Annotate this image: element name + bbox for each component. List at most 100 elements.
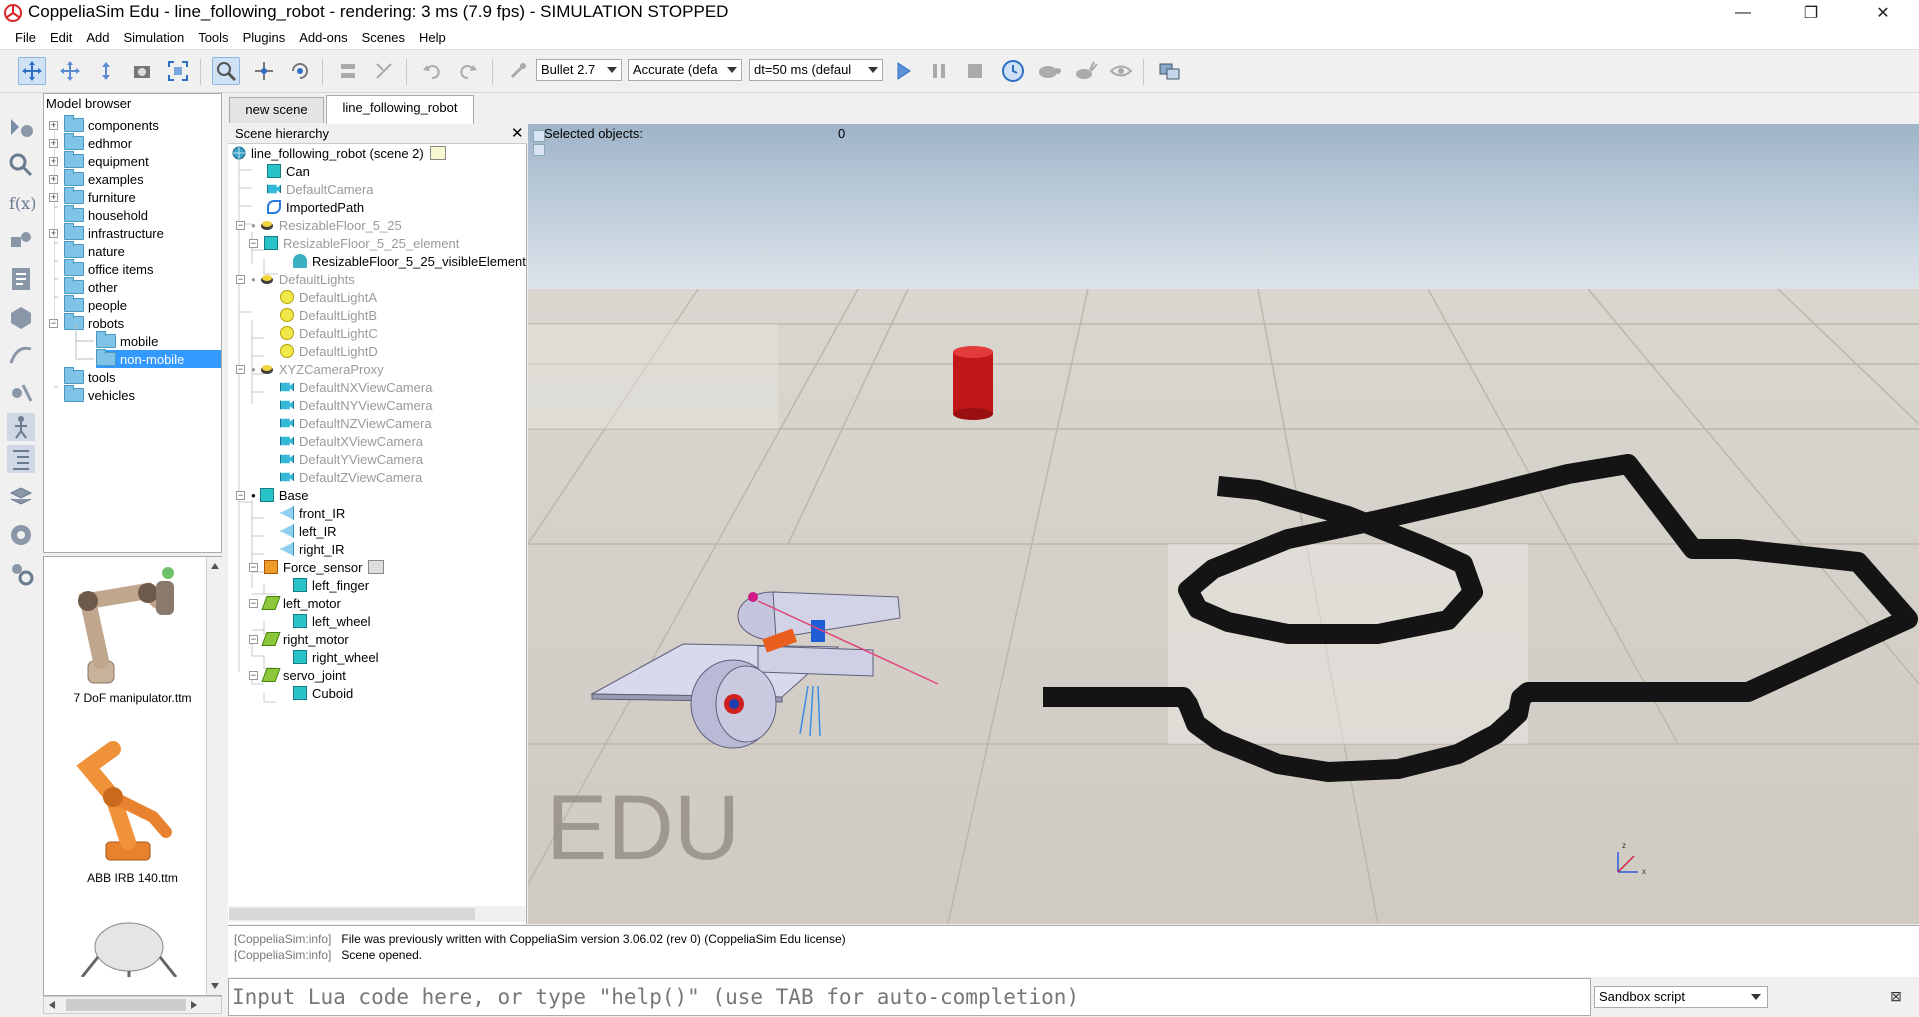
hier-item-left-motor[interactable]: − left_motor: [249, 594, 341, 612]
calculation-modules-icon[interactable]: f(x): [7, 189, 35, 217]
menu-plugins[interactable]: Plugins: [236, 30, 293, 45]
slow-down-button[interactable]: [1035, 57, 1063, 85]
scroll-thumb[interactable]: [66, 999, 186, 1011]
scene-render[interactable]: EDU z x: [528, 124, 1919, 924]
scroll-up-icon[interactable]: [211, 563, 219, 569]
stop-simulation-button[interactable]: [961, 57, 989, 85]
hier-item-right-wheel[interactable]: right_wheel: [293, 648, 379, 666]
hier-item-left-wheel[interactable]: left_wheel: [293, 612, 371, 630]
dynamics-toggle-button[interactable]: [504, 57, 532, 85]
physics-engine-select[interactable]: Bullet 2.7: [536, 59, 622, 81]
thumbnail-scrollbar[interactable]: [206, 557, 223, 995]
model-browser-toggle-icon[interactable]: [7, 413, 35, 441]
fit-to-view-button[interactable]: [164, 57, 192, 85]
menu-file[interactable]: File: [8, 30, 43, 45]
menu-add-ons[interactable]: Add-ons: [292, 30, 354, 45]
simulation-settings-icon[interactable]: [7, 113, 35, 141]
collapse-icon[interactable]: −: [249, 562, 258, 572]
dynamics-accuracy-select[interactable]: Accurate (defa: [628, 59, 742, 81]
menu-edit[interactable]: Edit: [43, 30, 79, 45]
hier-item-default-lights[interactable]: − ● DefaultLights: [236, 270, 355, 288]
hier-item-right-motor[interactable]: − right_motor: [249, 630, 349, 648]
manipulator-thumbnail[interactable]: [58, 561, 198, 691]
hier-item-nx-camera[interactable]: DefaultNXViewCamera: [280, 378, 432, 396]
script-icon[interactable]: [368, 560, 385, 574]
close-console-icon[interactable]: ⊠: [1888, 988, 1904, 1004]
hier-item-nz-camera[interactable]: DefaultNZViewCamera: [280, 414, 432, 432]
user-settings-icon[interactable]: [7, 559, 35, 587]
scene-hierarchy-toggle-icon[interactable]: [7, 445, 35, 473]
hier-item-force-sensor[interactable]: − Force_sensor: [249, 558, 385, 576]
hier-item-light-d[interactable]: DefaultLightD: [280, 342, 378, 360]
path-edit-icon[interactable]: [7, 341, 35, 369]
3d-viewport[interactable]: EDU z x Selected objects: 0: [528, 124, 1919, 924]
object-rotate-button[interactable]: [286, 57, 314, 85]
collapse-icon[interactable]: −: [236, 490, 245, 500]
abb-irb-140-thumbnail[interactable]: [58, 737, 198, 867]
scroll-thumb[interactable]: [229, 908, 475, 920]
layers-icon[interactable]: [7, 483, 35, 511]
scripts-icon[interactable]: [7, 265, 35, 293]
hier-item-ny-camera[interactable]: DefaultNYViewCamera: [280, 396, 432, 414]
hier-item-light-c[interactable]: DefaultLightC: [280, 324, 378, 342]
selection-icon[interactable]: [7, 379, 35, 407]
hier-item-left-ir[interactable]: left_IR: [280, 522, 337, 540]
scroll-right-icon[interactable]: [191, 1001, 197, 1009]
pause-simulation-button[interactable]: [925, 57, 953, 85]
menu-scenes[interactable]: Scenes: [355, 30, 412, 45]
search-icon[interactable]: [7, 151, 35, 179]
close-window-button[interactable]: ✕: [1855, 0, 1911, 26]
hier-item-x-camera[interactable]: DefaultXViewCamera: [280, 432, 423, 450]
click-select-button[interactable]: [212, 57, 240, 85]
menu-add[interactable]: Add: [79, 30, 116, 45]
menu-simulation[interactable]: Simulation: [117, 30, 192, 45]
scroll-down-icon[interactable]: [211, 983, 219, 989]
transfer-dna-button[interactable]: [370, 57, 398, 85]
hier-item-floor-element[interactable]: − ResizableFloor_5_25_element: [249, 234, 459, 252]
simulation-timestep-select[interactable]: dt=50 ms (defaul: [749, 59, 883, 81]
hier-item-resizable-floor[interactable]: − ● ResizableFloor_5_25: [236, 216, 402, 234]
hier-item-light-b[interactable]: DefaultLightB: [280, 306, 377, 324]
camera-shift-button[interactable]: [92, 57, 120, 85]
camera-pan-button[interactable]: [18, 57, 46, 85]
script-icon[interactable]: [429, 146, 446, 160]
object-shift-button[interactable]: [250, 57, 278, 85]
hier-item-can[interactable]: Can: [267, 162, 310, 180]
shape-edit-icon[interactable]: [7, 303, 35, 331]
hier-item-floor-visible-element[interactable]: ResizableFloor_5_25_visibleElement: [293, 252, 526, 270]
delta-robot-thumbnail[interactable]: [74, 917, 184, 977]
hierarchy-hscrollbar[interactable]: [229, 906, 526, 922]
redo-button[interactable]: [454, 57, 482, 85]
collapse-icon[interactable]: −: [249, 238, 258, 248]
hier-item-front-ir[interactable]: front_IR: [280, 504, 345, 522]
tab-new-scene[interactable]: new scene: [229, 97, 324, 123]
visualization-toggle-button[interactable]: [1107, 57, 1135, 85]
hier-item-left-finger[interactable]: left_finger: [293, 576, 369, 594]
hier-item-y-camera[interactable]: DefaultYViewCamera: [280, 450, 423, 468]
video-recorder-icon[interactable]: [7, 521, 35, 549]
hier-item-right-ir[interactable]: right_IR: [280, 540, 345, 558]
hier-item-servo-joint[interactable]: − servo_joint: [249, 666, 346, 684]
real-time-mode-button[interactable]: [999, 57, 1027, 85]
folder-item-non-mobile[interactable]: non-mobile: [96, 349, 221, 368]
collapse-icon[interactable]: −: [249, 598, 258, 608]
hier-item-base[interactable]: − ● Base: [236, 486, 308, 504]
toggle-browsers-button[interactable]: [1156, 57, 1184, 85]
hier-item-scene[interactable]: line_following_robot (scene 2): [232, 144, 446, 162]
viewport-menu-icon[interactable]: [533, 144, 545, 156]
tab-line-following-robot[interactable]: line_following_robot: [326, 95, 474, 124]
menu-tools[interactable]: Tools: [191, 30, 235, 45]
collapse-icon[interactable]: −: [236, 274, 245, 284]
hier-item-cuboid[interactable]: Cuboid: [293, 684, 353, 702]
model-browser-hscrollbar[interactable]: [43, 996, 222, 1014]
collapse-icon[interactable]: −: [249, 634, 258, 644]
hier-item-xyz-camera-proxy[interactable]: − ● XYZCameraProxy: [236, 360, 384, 378]
camera-rotate-button[interactable]: [56, 57, 84, 85]
start-simulation-button[interactable]: [889, 57, 917, 85]
folder-item-mobile[interactable]: mobile: [96, 331, 158, 350]
hier-item-default-camera[interactable]: DefaultCamera: [267, 180, 373, 198]
assemble-button[interactable]: [334, 57, 362, 85]
scroll-left-icon[interactable]: [49, 1001, 55, 1009]
undo-button[interactable]: [418, 57, 446, 85]
minimize-button[interactable]: —: [1715, 0, 1771, 26]
